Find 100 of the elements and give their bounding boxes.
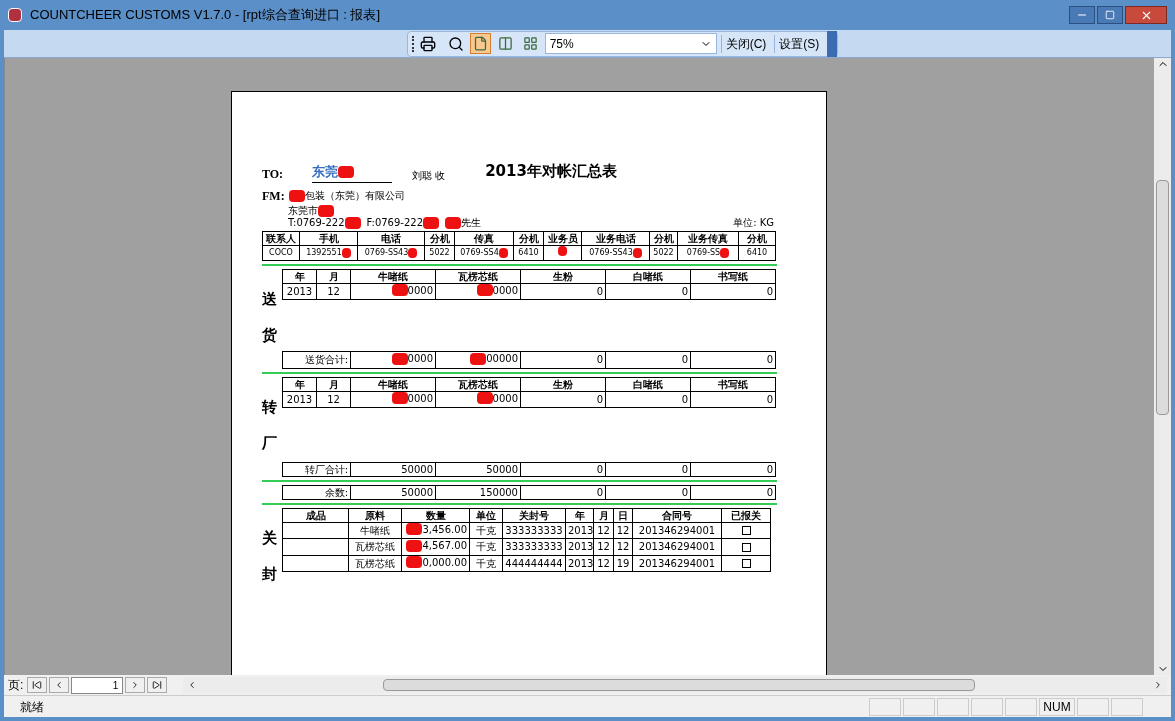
balance-label: 余数:	[282, 485, 351, 499]
table-cell: 50000	[350, 485, 436, 499]
table-cell: 12	[593, 555, 614, 572]
table-cell: 444444444	[502, 555, 566, 572]
table-cell: 12	[593, 538, 614, 555]
checkbox[interactable]	[741, 542, 751, 552]
table-cell: 0000	[492, 283, 518, 297]
column-header: 生粉	[520, 377, 606, 391]
column-header: 分机	[649, 231, 678, 245]
checkbox[interactable]	[741, 559, 751, 569]
contact-name: 先生	[461, 216, 482, 229]
column-header: 传真	[454, 231, 514, 245]
status-text: 就绪	[20, 698, 44, 716]
column-header: 数量	[401, 508, 470, 522]
column-header: 联系人	[262, 231, 300, 245]
table-cell: 201346294001	[632, 538, 722, 555]
minimize-button[interactable]	[1069, 6, 1095, 24]
table-cell-text: 5022	[429, 247, 450, 259]
maximize-icon	[1105, 10, 1115, 20]
page-label: 页:	[8, 677, 24, 694]
overflow-icon	[827, 30, 838, 57]
scroll-right-icon	[1153, 680, 1163, 690]
total-label: 转厂合计:	[282, 462, 351, 476]
table-cell: 0	[605, 485, 691, 499]
column-header: 书写纸	[690, 269, 776, 283]
table-cell: 千克	[469, 522, 503, 539]
table-cell: 0	[766, 284, 773, 298]
column-header: 电话	[357, 231, 425, 245]
table-cell: 0000	[407, 283, 433, 297]
page-view-button[interactable]	[469, 33, 491, 54]
table-cell-text: 5022	[653, 247, 674, 259]
column-header: 瓦楞芯纸	[435, 269, 521, 283]
from-label: FM:	[262, 187, 285, 205]
table-cell-text: 6410	[746, 247, 768, 259]
last-page-button[interactable]	[147, 677, 168, 693]
first-page-button[interactable]	[27, 677, 48, 693]
recipient-text: 东莞	[312, 163, 338, 181]
maximize-button[interactable]	[1097, 6, 1123, 24]
table-cell: 2013	[565, 538, 594, 555]
to-label: TO:	[262, 165, 285, 183]
table-cell: 333333333	[502, 538, 566, 555]
column-header: 牛啫纸	[350, 269, 436, 283]
column-header: 白啫纸	[605, 377, 691, 391]
toolbar-button[interactable]: 设置(S)	[774, 34, 824, 53]
table-cell-text: 0769-SS43	[364, 247, 409, 259]
total-label: 送货合计:	[282, 351, 351, 368]
column-header: 月	[316, 377, 351, 391]
column-header: 年	[282, 269, 317, 283]
column-header: 分机	[738, 231, 776, 245]
horizontal-scrollbar[interactable]	[183, 677, 1167, 693]
column-header: 分机	[424, 231, 455, 245]
column-header: 分机	[513, 231, 544, 245]
table-cell: 4,567.00	[422, 539, 467, 552]
column-header: 生粉	[520, 269, 606, 283]
table-cell-text: 0769-SS4	[460, 247, 499, 259]
table-cell-text: 0769-SS43	[589, 247, 633, 259]
address-text: 东莞市	[288, 204, 318, 217]
table-cell: 0	[596, 284, 603, 298]
column-header: 年	[282, 377, 317, 391]
column-header: 业务传真	[677, 231, 739, 245]
table-cell: 牛啫纸	[348, 522, 402, 539]
column-header: 书写纸	[690, 377, 776, 391]
num-lock-indicator: NUM	[1039, 697, 1075, 716]
table-cell: 0	[766, 462, 773, 476]
table-cell: 50000	[486, 462, 518, 476]
close-button[interactable]	[1125, 6, 1167, 24]
table-cell: 0	[766, 392, 773, 406]
report-title: 2013年对帐汇总表	[485, 161, 617, 182]
table-cell: 201346294001	[632, 522, 722, 539]
page-layout-icon	[497, 36, 513, 51]
table-cell: 333333333	[502, 522, 566, 539]
table-cell: 0	[690, 485, 776, 499]
table-cell: 50000	[401, 462, 433, 476]
table-cell: 2013	[565, 555, 594, 572]
table-cell: 千克	[469, 555, 503, 572]
table-cell-text: 0769-SS	[686, 247, 721, 259]
unit-text: 单位: KG	[733, 216, 774, 229]
column-header: 单位	[469, 508, 503, 522]
table-cell: 0	[596, 353, 603, 367]
table-cell: 千克	[469, 538, 503, 555]
vertical-scrollbar[interactable]	[1154, 58, 1171, 675]
table-cell: 12	[327, 392, 340, 406]
table-cell: 3,456.00	[422, 522, 467, 536]
column-header: 月	[316, 269, 351, 283]
column-header: 原料	[348, 508, 402, 522]
page-number-field[interactable]: 1	[71, 676, 124, 694]
table-cell: 0	[681, 284, 688, 298]
table-cell: 0	[681, 462, 688, 476]
table-cell: 0000	[407, 391, 433, 405]
column-header: 关封号	[502, 508, 566, 522]
zoom-dropdown[interactable]: 75%	[544, 33, 717, 54]
section-label: 送货	[262, 288, 277, 346]
column-header: 手机	[299, 231, 358, 245]
toolbar-button[interactable]: 关闭(C)	[720, 34, 771, 53]
table-cell: 0	[596, 392, 603, 406]
page-layout-icon	[472, 36, 488, 51]
column-header: 合同号	[632, 508, 722, 522]
checkbox[interactable]	[741, 526, 751, 536]
last-page-icon	[152, 680, 163, 690]
table-cell-text: COCO	[269, 247, 293, 259]
